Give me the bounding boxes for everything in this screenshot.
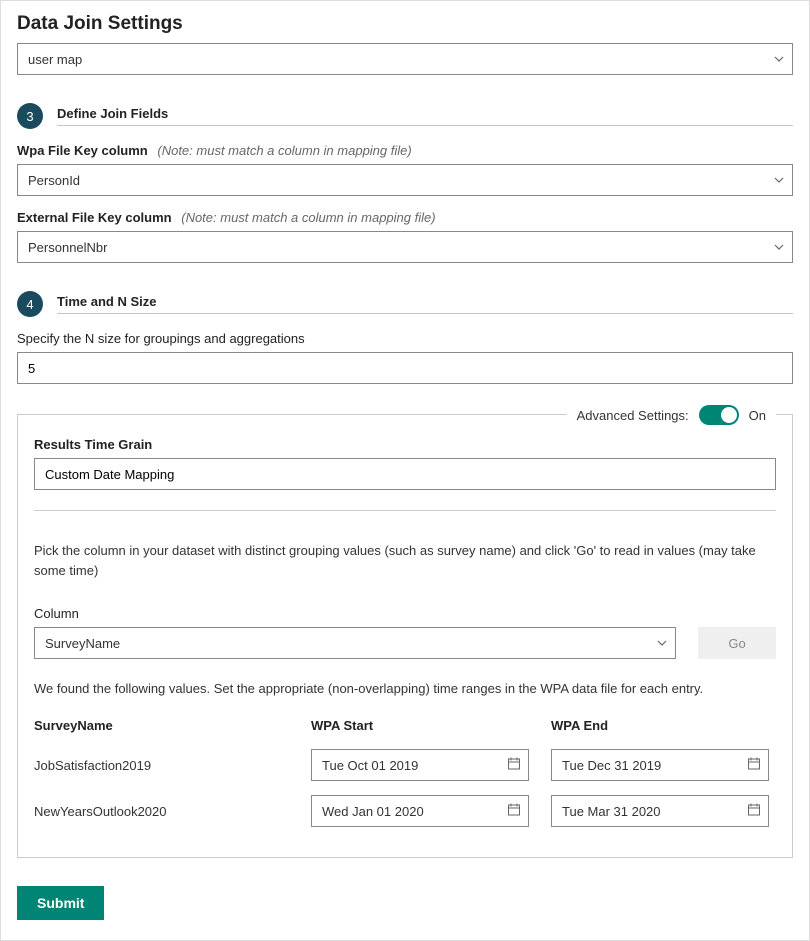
column-mapping-subpanel: Pick the column in your dataset with dis… (34, 510, 776, 827)
step-3-header: 3 Define Join Fields (17, 103, 793, 129)
wpa-key-label: Wpa File Key column (Note: must match a … (17, 143, 793, 158)
results-time-grain-input[interactable] (34, 458, 776, 490)
external-key-select[interactable]: PersonnelNbr (17, 231, 793, 263)
column-label: Column (34, 606, 676, 621)
step-4-badge: 4 (17, 291, 43, 317)
advanced-settings-panel: Advanced Settings: On Results Time Grain… (17, 414, 793, 858)
step-4-header: 4 Time and N Size (17, 291, 793, 317)
wpa-key-label-text: Wpa File Key column (17, 143, 148, 158)
advanced-settings-label: Advanced Settings: (577, 408, 689, 423)
th-surveyname: SurveyName (34, 718, 289, 733)
wpa-key-value: PersonId (28, 173, 80, 188)
toggle-knob (721, 407, 737, 423)
column-value: SurveyName (45, 636, 120, 651)
wpa-key-note: (Note: must match a column in mapping fi… (157, 143, 411, 158)
wpa-end-date-picker[interactable]: Tue Mar 31 2020 (551, 795, 769, 827)
column-instructions: Pick the column in your dataset with dis… (34, 541, 776, 580)
external-key-field-block: External File Key column (Note: must mat… (17, 210, 793, 263)
wpa-start-date-picker[interactable]: Tue Oct 01 2019 (311, 749, 529, 781)
row-name: JobSatisfaction2019 (34, 758, 289, 773)
th-wpa-start: WPA Start (311, 718, 529, 733)
step-4-title: Time and N Size (57, 294, 156, 309)
wpa-key-field-block: Wpa File Key column (Note: must match a … (17, 143, 793, 196)
column-select[interactable]: SurveyName (34, 627, 676, 659)
row-name: NewYearsOutlook2020 (34, 804, 289, 819)
submit-button[interactable]: Submit (17, 886, 104, 920)
advanced-settings-toggle[interactable] (699, 405, 739, 425)
table-row: NewYearsOutlook2020 Wed Jan 01 2020 (34, 795, 776, 827)
wpa-end-value: Tue Dec 31 2019 (562, 758, 661, 773)
wpa-key-select[interactable]: PersonId (17, 164, 793, 196)
step-3-badge: 3 (17, 103, 43, 129)
page-title: Data Join Settings (17, 13, 793, 35)
go-button[interactable]: Go (698, 627, 776, 659)
nsize-label: Specify the N size for groupings and agg… (17, 331, 793, 346)
data-join-settings-page: Data Join Settings user map 3 Define Joi… (0, 0, 810, 941)
step-3-title: Define Join Fields (57, 106, 168, 121)
table-row: JobSatisfaction2019 Tue Oct 01 2019 (34, 749, 776, 781)
nsize-field-block: Specify the N size for groupings and agg… (17, 331, 793, 384)
toggle-state-label: On (749, 408, 766, 423)
external-key-note: (Note: must match a column in mapping fi… (181, 210, 435, 225)
found-values-text: We found the following values. Set the a… (34, 681, 776, 696)
results-time-grain-label: Results Time Grain (34, 437, 776, 452)
external-key-value: PersonnelNbr (28, 240, 108, 255)
top-mapping-value: user map (28, 52, 82, 67)
date-mapping-table: SurveyName WPA Start WPA End JobSatisfac… (34, 718, 776, 827)
top-mapping-select[interactable]: user map (17, 43, 793, 75)
nsize-input[interactable] (17, 352, 793, 384)
external-key-label-text: External File Key column (17, 210, 172, 225)
wpa-end-value: Tue Mar 31 2020 (562, 804, 661, 819)
wpa-start-value: Tue Oct 01 2019 (322, 758, 418, 773)
wpa-end-date-picker[interactable]: Tue Dec 31 2019 (551, 749, 769, 781)
advanced-settings-legend: Advanced Settings: On (567, 405, 776, 425)
wpa-start-date-picker[interactable]: Wed Jan 01 2020 (311, 795, 529, 827)
th-wpa-end: WPA End (551, 718, 769, 733)
wpa-start-value: Wed Jan 01 2020 (322, 804, 424, 819)
external-key-label: External File Key column (Note: must mat… (17, 210, 793, 225)
